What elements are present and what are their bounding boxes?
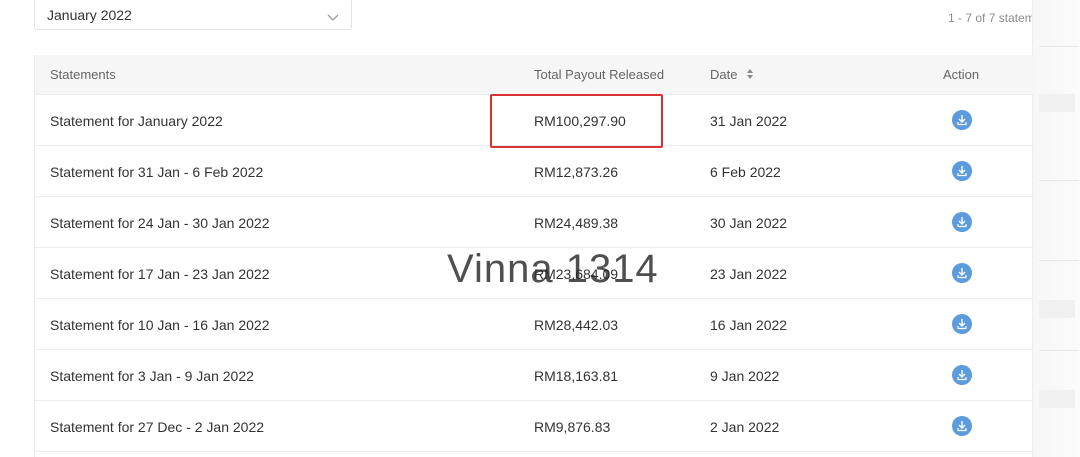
table-row: Statement for 24 Jan - 30 Jan 2022 RM24,…	[35, 197, 1033, 248]
side-panel-edge	[1032, 0, 1080, 457]
statement-date: 9 Jan 2022	[710, 368, 780, 384]
payout-amount: RM18,163.81	[534, 368, 619, 384]
download-icon[interactable]	[952, 161, 972, 181]
statement-name: Statement for 24 Jan - 30 Jan 2022	[50, 215, 270, 231]
highlight-box	[490, 94, 663, 148]
table-row: Statement for 27 Dec - 2 Jan 2022 RM9,87…	[35, 401, 1033, 452]
header-total-payout: Total Payout Released	[534, 67, 665, 82]
download-icon[interactable]	[952, 212, 972, 232]
statement-date: 31 Jan 2022	[710, 113, 788, 129]
download-icon[interactable]	[952, 263, 972, 283]
statement-name: Statement for 3 Jan - 9 Jan 2022	[50, 368, 254, 384]
download-icon[interactable]	[952, 416, 972, 436]
month-select-value: January 2022	[47, 7, 132, 23]
payout-amount: RM28,442.03	[534, 317, 619, 333]
statement-date: 6 Feb 2022	[710, 164, 781, 180]
table-row: Statement for 31 Jan - 6 Feb 2022 RM12,8…	[35, 146, 1033, 197]
table-row: Statement for 10 Jan - 16 Jan 2022 RM28,…	[35, 299, 1033, 350]
header-action: Action	[943, 67, 980, 82]
table-header: Statements Total Payout Released Date Ac…	[35, 55, 1033, 95]
payout-amount: RM9,876.83	[534, 419, 611, 435]
watermark-text: Vinna 1314	[447, 247, 659, 291]
download-icon[interactable]	[952, 314, 972, 334]
sort-icon[interactable]	[746, 67, 754, 85]
table-row: Statement for 3 Jan - 9 Jan 2022 RM18,16…	[35, 350, 1033, 401]
statement-name: Statement for 31 Jan - 6 Feb 2022	[50, 164, 264, 180]
download-icon[interactable]	[952, 365, 972, 385]
statement-name: Statement for 27 Dec - 2 Jan 2022	[50, 419, 265, 435]
statement-date: 2 Jan 2022	[710, 419, 780, 435]
statement-date: 16 Jan 2022	[710, 317, 788, 333]
statement-date: 30 Jan 2022	[710, 215, 788, 231]
statement-date: 23 Jan 2022	[710, 266, 788, 282]
statement-name: Statement for January 2022	[50, 113, 223, 129]
statement-name: Statement for 17 Jan - 23 Jan 2022	[50, 266, 270, 282]
download-icon[interactable]	[952, 110, 972, 130]
month-select[interactable]: January 2022	[34, 0, 352, 30]
chevron-down-icon	[327, 9, 339, 27]
statements-page: January 2022 1 - 7 of 7 statem Statement…	[0, 0, 1080, 457]
header-statements: Statements	[50, 67, 116, 82]
statement-name: Statement for 10 Jan - 16 Jan 2022	[50, 317, 270, 333]
header-date[interactable]: Date	[710, 67, 737, 82]
payout-amount: RM12,873.26	[534, 164, 619, 180]
payout-amount: RM24,489.38	[534, 215, 619, 231]
pagination-count: 1 - 7 of 7 statem	[948, 11, 1035, 25]
